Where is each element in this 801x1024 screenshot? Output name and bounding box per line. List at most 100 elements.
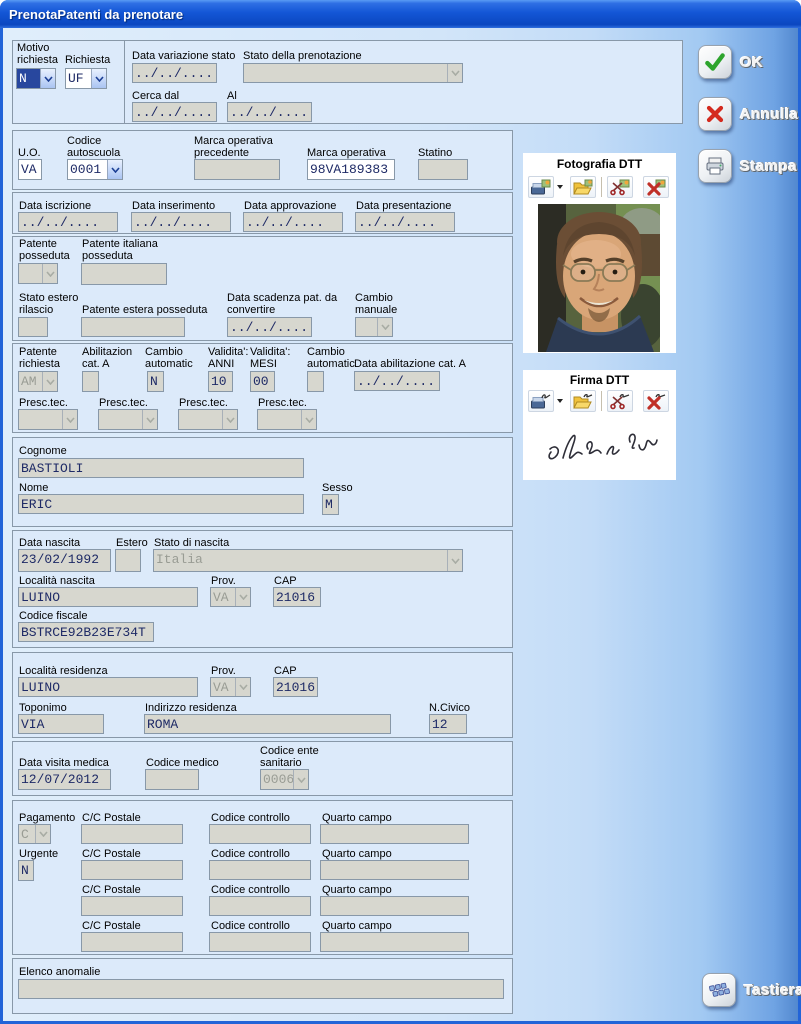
quarto-campo-label-3: Quarto campo — [322, 884, 392, 896]
cambio-automatico-label2: automatic — [145, 358, 193, 370]
chevron-down-icon — [35, 825, 50, 843]
sesso-field[interactable]: M — [322, 494, 339, 515]
data-iscrizione-label: Data iscrizione — [19, 200, 91, 212]
nome-field[interactable]: ERIC — [18, 494, 304, 514]
data-abilitazione-field[interactable]: ../../.... — [354, 371, 440, 391]
annulla-button[interactable] — [698, 97, 732, 131]
cognome-field[interactable]: BASTIOLI — [18, 458, 304, 478]
codice-controllo-field-1[interactable] — [209, 824, 311, 844]
marca-operativa-field[interactable]: 98VA189383 — [307, 159, 395, 180]
motivo-richiesta-combo[interactable]: N — [16, 68, 56, 89]
marca-operativa-label: Marca operativa — [307, 147, 386, 159]
data-nascita-field[interactable]: 23/02/1992 — [18, 549, 111, 572]
toponimo-field[interactable]: VIA — [18, 714, 104, 734]
cancel-x-icon — [704, 103, 726, 125]
client-area: Motivo richiesta N Richiesta UF Data var… — [3, 28, 798, 1021]
validita-anni-field[interactable]: 10 — [208, 371, 233, 392]
al-field[interactable]: ../../.... — [227, 102, 312, 122]
chevron-down-icon — [222, 410, 237, 429]
cc-postale-field-1[interactable] — [81, 824, 183, 844]
codice-ente-label: Codice ente — [260, 745, 319, 757]
codice-controllo-field-4[interactable] — [209, 932, 311, 952]
scadenza-convertire-field[interactable]: ../../.... — [227, 317, 312, 337]
stato-estero-field[interactable] — [18, 317, 48, 337]
keyboard-icon — [707, 978, 731, 1002]
quarto-campo-field-4[interactable] — [320, 932, 469, 952]
data-visita-field[interactable]: 12/07/2012 — [18, 769, 111, 790]
quarto-campo-field-1[interactable] — [320, 824, 469, 844]
stampa-button-label[interactable]: Stampa — [740, 158, 797, 175]
stato-estero-label2: rilascio — [19, 304, 53, 316]
data-approvazione-field[interactable]: ../../.... — [243, 212, 343, 232]
chevron-down-icon[interactable] — [556, 184, 564, 190]
cut-photo-icon[interactable] — [607, 176, 633, 198]
codice-autoscuola-combo[interactable]: 0001 — [67, 159, 123, 180]
elenco-anomalie-field[interactable] — [18, 979, 504, 999]
cc-postale-field-4[interactable] — [81, 932, 183, 952]
richiesta-combo[interactable]: UF — [65, 68, 107, 89]
estero-field[interactable] — [115, 549, 141, 572]
ok-button-label[interactable]: OK — [740, 54, 764, 71]
patente-estera-field[interactable] — [81, 317, 185, 337]
chevron-down-icon — [142, 410, 157, 429]
codice-medico-field[interactable] — [145, 769, 199, 790]
localita-residenza-field[interactable]: LUINO — [18, 677, 198, 697]
estero-label: Estero — [116, 537, 148, 549]
annulla-button-label[interactable]: Annulla — [740, 106, 799, 123]
uo-field[interactable]: VA — [18, 159, 42, 180]
cap-residenza-field[interactable]: 21016 — [273, 677, 318, 697]
stato-nascita-combo: Italia — [153, 549, 463, 572]
delete-signature-icon[interactable] — [643, 390, 669, 412]
validita-mesi-field[interactable]: 00 — [250, 371, 275, 392]
cc-postale-field-2[interactable] — [81, 860, 183, 880]
cambio-automatico-label: Cambio — [145, 346, 183, 358]
data-variazione-field[interactable]: ../../.... — [132, 63, 217, 83]
data-iscrizione-field[interactable]: ../../.... — [18, 212, 118, 232]
urgente-field[interactable]: N — [18, 860, 34, 881]
cc-postale-field-3[interactable] — [81, 896, 183, 916]
quarto-campo-field-3[interactable] — [320, 896, 469, 916]
codice-ente-label2: sanitario — [260, 757, 302, 769]
chevron-down-icon[interactable] — [107, 160, 122, 179]
indirizzo-residenza-label: Indirizzo residenza — [145, 702, 237, 714]
validita-mesi-label: Validita': — [250, 346, 290, 358]
elenco-anomalie-label: Elenco anomalie — [19, 966, 100, 978]
data-inserimento-field[interactable]: ../../.... — [131, 212, 231, 232]
chevron-down-icon[interactable] — [40, 69, 55, 88]
chevron-down-icon[interactable] — [91, 69, 106, 88]
open-signature-icon[interactable] — [570, 390, 596, 412]
localita-nascita-field[interactable]: LUINO — [18, 587, 198, 607]
data-presentazione-field[interactable]: ../../.... — [355, 212, 455, 232]
codice-controllo-field-2[interactable] — [209, 860, 311, 880]
delete-photo-icon[interactable] — [643, 176, 669, 198]
chevron-down-icon[interactable] — [556, 398, 564, 404]
codice-controllo-field-3[interactable] — [209, 896, 311, 916]
presc-tec-combo-2 — [98, 409, 158, 430]
open-photo-icon[interactable] — [570, 176, 596, 198]
stato-estero-label: Stato estero — [19, 292, 78, 304]
indirizzo-residenza-field[interactable]: ROMA — [144, 714, 391, 734]
chevron-down-icon — [42, 372, 57, 391]
localita-residenza-label: Località residenza — [19, 665, 108, 677]
toolbar-separator — [601, 391, 602, 411]
cambio-automatico2-field[interactable] — [307, 371, 324, 392]
cut-signature-icon[interactable] — [607, 390, 633, 412]
ok-button[interactable] — [698, 45, 732, 79]
quarto-campo-field-2[interactable] — [320, 860, 469, 880]
validita-anni-label: Validita': — [208, 346, 248, 358]
codice-fiscale-label: Codice fiscale — [19, 610, 87, 622]
abilitazione-cata-field[interactable] — [82, 371, 99, 392]
stampa-button[interactable] — [698, 149, 732, 183]
tastiera-button[interactable] — [702, 973, 736, 1007]
cerca-dal-field[interactable]: ../../.... — [132, 102, 217, 122]
tastiera-button-label[interactable]: Tastiera — [744, 982, 801, 999]
motivo-richiesta-label2: richiesta — [17, 54, 58, 66]
acquire-signature-icon[interactable] — [528, 390, 554, 412]
cap-nascita-field[interactable]: 21016 — [273, 587, 321, 607]
acquire-photo-icon[interactable] — [528, 176, 554, 198]
patente-italiana-field[interactable] — [81, 263, 167, 285]
codice-medico-label: Codice medico — [146, 757, 219, 769]
cambio-automatico-field[interactable]: N — [147, 371, 164, 392]
ncivico-field[interactable]: 12 — [429, 714, 467, 734]
codice-fiscale-field[interactable]: BSTRCE92B23E734T — [18, 622, 154, 642]
